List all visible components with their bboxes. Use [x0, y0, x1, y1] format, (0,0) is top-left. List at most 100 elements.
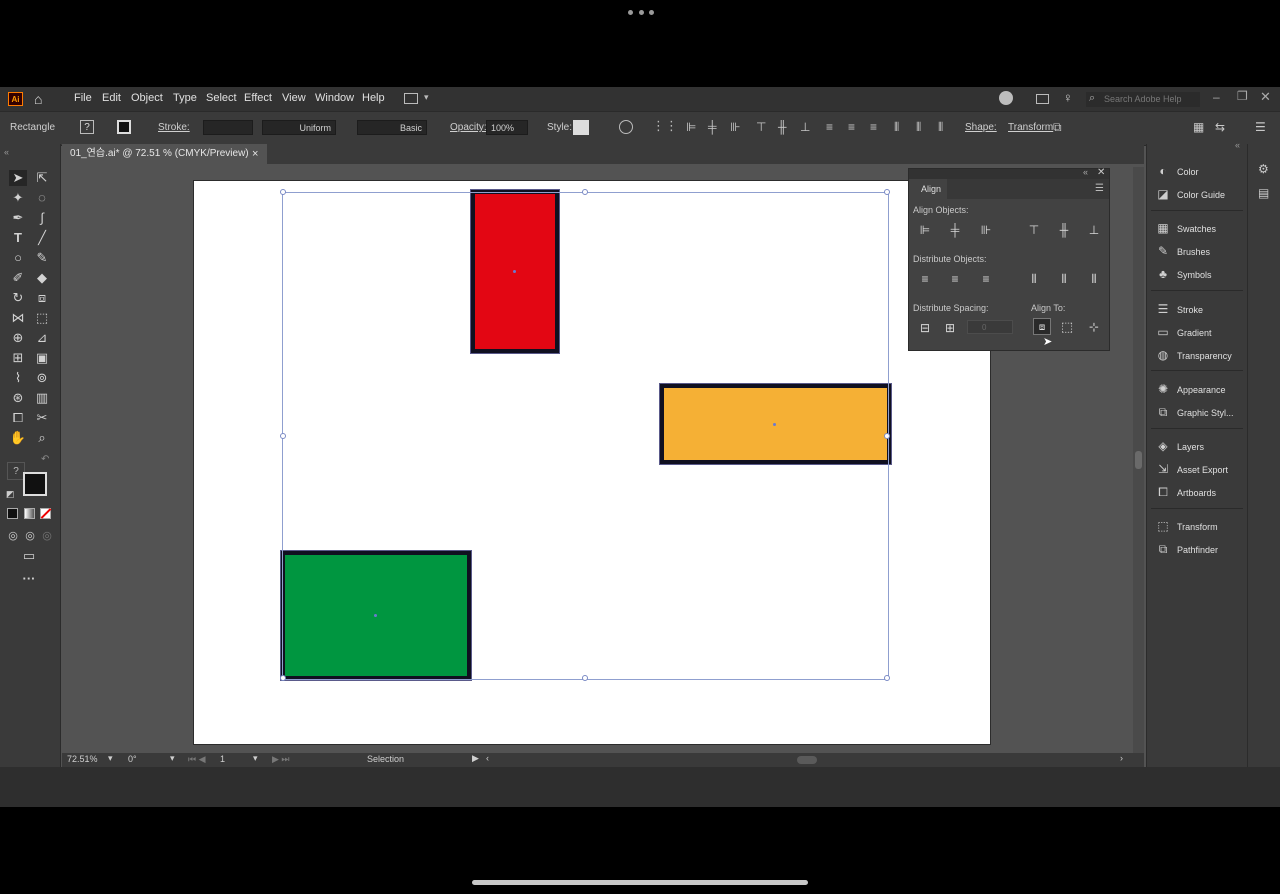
- chevron-down-icon[interactable]: ▾: [424, 92, 429, 103]
- shape-label[interactable]: Shape:: [965, 122, 997, 133]
- stroke-color-indicator[interactable]: [23, 472, 47, 496]
- align-horizontal-center-icon[interactable]: ╪: [708, 121, 717, 133]
- align-to-artboard-icon[interactable]: ⊹: [1087, 321, 1101, 333]
- opacity-label[interactable]: Opacity:: [450, 122, 487, 133]
- dock-color-guide[interactable]: ◪ Color Guide: [1155, 185, 1247, 203]
- chevron-down-icon[interactable]: ▾: [253, 753, 258, 764]
- last-artboard-icon[interactable]: ▶ ⏭: [272, 754, 290, 765]
- horizontal-align-right-icon[interactable]: ⊪: [979, 224, 993, 236]
- align-to-selection-icon[interactable]: ⬚: [1060, 320, 1074, 333]
- graphic-style-swatch[interactable]: [573, 120, 589, 135]
- dock-appearance[interactable]: ✺ Appearance: [1155, 380, 1247, 398]
- zoom-tool-icon[interactable]: ⌕: [33, 430, 51, 446]
- symbol-sprayer-tool-icon[interactable]: ⊛: [9, 390, 27, 406]
- tab-align[interactable]: Align: [909, 179, 947, 199]
- dock-graphic-styles[interactable]: ⧉ Graphic Styl...: [1155, 403, 1247, 421]
- swap-fill-stroke-icon[interactable]: ↶: [41, 454, 49, 465]
- distribute-bottom-icon[interactable]: ≡: [870, 121, 877, 133]
- draw-inside-icon[interactable]: ◎: [38, 528, 56, 544]
- paintbrush-tool-icon[interactable]: ✎: [33, 250, 51, 266]
- distribute-center-icon[interactable]: ≡: [848, 121, 855, 133]
- dock-stroke[interactable]: ☰ Stroke: [1155, 300, 1247, 318]
- dock-color[interactable]: ◐ Color: [1155, 162, 1247, 180]
- align-vertical-center-icon[interactable]: ╫: [778, 121, 787, 133]
- artboard-number[interactable]: 1: [220, 754, 225, 764]
- default-colors-icon[interactable]: ◩: [6, 489, 15, 500]
- bbox-handle-left[interactable]: [280, 433, 286, 439]
- vertical-align-top-icon[interactable]: ⊤: [1027, 224, 1041, 236]
- vertical-align-center-icon[interactable]: ╫: [1057, 224, 1071, 236]
- panel-menu-icon[interactable]: ☰: [1095, 183, 1104, 194]
- minimize-icon[interactable]: –: [1213, 90, 1220, 104]
- line-tool-icon[interactable]: ╱: [33, 230, 51, 246]
- dock-pathfinder[interactable]: ⧉ Pathfinder: [1155, 540, 1247, 558]
- distribute-left-icon[interactable]: ⦀: [894, 121, 899, 133]
- align-to-selection-icon[interactable]: ⋮⋮: [652, 118, 678, 134]
- libraries-icon[interactable]: ▤: [1258, 186, 1269, 200]
- distribute-hcenter-icon[interactable]: ⦀: [916, 121, 921, 133]
- close-panel-icon[interactable]: ✕: [1097, 167, 1105, 178]
- dock-transparency[interactable]: ◍ Transparency: [1155, 346, 1247, 364]
- menu-object[interactable]: Object: [131, 92, 163, 104]
- arrange-documents-icon[interactable]: [1036, 94, 1049, 104]
- free-transform-tool-icon[interactable]: ⬚: [33, 310, 51, 326]
- collapse-panel-icon[interactable]: «: [1083, 167, 1088, 177]
- vertical-distribute-bottom-icon[interactable]: ≡: [979, 273, 993, 285]
- menu-help[interactable]: Help: [362, 92, 385, 104]
- selection-tool-icon[interactable]: ➤: [9, 170, 27, 186]
- account-icon[interactable]: [999, 91, 1013, 105]
- edit-toolbar-icon[interactable]: ···: [20, 571, 38, 587]
- bbox-handle-top-right[interactable]: [884, 189, 890, 195]
- arrange-panels-icon[interactable]: ▦: [1193, 121, 1204, 133]
- none-mode-icon[interactable]: [40, 508, 52, 519]
- scroll-left-icon[interactable]: ‹: [486, 753, 489, 763]
- hand-tool-icon[interactable]: ✋: [9, 430, 27, 446]
- dock-artboards[interactable]: ⧠ Artboards: [1155, 483, 1247, 501]
- first-artboard-icon[interactable]: ⏮ ◀: [188, 754, 206, 765]
- menu-select[interactable]: Select: [206, 92, 237, 104]
- bbox-handle-bottom[interactable]: [582, 675, 588, 681]
- eyedropper-tool-icon[interactable]: ⌇: [9, 370, 27, 386]
- menu-effect[interactable]: Effect: [244, 92, 272, 104]
- dock-layers[interactable]: ◈ Layers: [1155, 437, 1247, 455]
- color-mode-icon[interactable]: [7, 508, 18, 519]
- bbox-handle-bottom-left[interactable]: [280, 675, 286, 681]
- scroll-right-icon[interactable]: ›: [1120, 753, 1123, 763]
- bbox-handle-right[interactable]: [884, 433, 890, 439]
- shape-builder-tool-icon[interactable]: ⊕: [9, 330, 27, 346]
- horizontal-align-center-icon[interactable]: ╪: [948, 224, 962, 236]
- menu-window[interactable]: Window: [315, 92, 354, 104]
- help-search-input[interactable]: Search Adobe Help: [1086, 92, 1200, 107]
- rotate-tool-icon[interactable]: ↻: [9, 290, 27, 306]
- spacing-value-input[interactable]: 0: [967, 320, 1013, 334]
- dock-brushes[interactable]: ✎ Brushes: [1155, 242, 1247, 260]
- variable-width-profile[interactable]: Uniform: [262, 120, 336, 135]
- recolor-artwork-icon[interactable]: [619, 120, 633, 134]
- bbox-handle-top[interactable]: [582, 189, 588, 195]
- menu-view[interactable]: View: [282, 92, 306, 104]
- chevron-down-icon[interactable]: ▾: [108, 753, 113, 764]
- properties-icon[interactable]: ⚙: [1258, 162, 1269, 176]
- dock-asset-export[interactable]: ⇲ Asset Export: [1155, 460, 1247, 478]
- align-left-icon[interactable]: ⊫: [686, 121, 696, 133]
- align-right-icon[interactable]: ⊪: [730, 121, 740, 133]
- horizontal-distribute-center-icon[interactable]: ⦀: [1057, 273, 1071, 285]
- pen-tool-icon[interactable]: ✒: [9, 210, 27, 226]
- ellipse-tool-icon[interactable]: ○: [9, 250, 27, 266]
- dock-symbols[interactable]: ♣ Symbols: [1155, 265, 1247, 283]
- menu-edit[interactable]: Edit: [102, 92, 121, 104]
- stroke-weight-input[interactable]: [203, 120, 253, 135]
- multitask-dots[interactable]: [628, 10, 654, 16]
- width-tool-icon[interactable]: ⋈: [9, 310, 27, 326]
- chevron-down-icon[interactable]: ▾: [170, 753, 175, 764]
- vertical-align-bottom-icon[interactable]: ⊥: [1087, 224, 1101, 236]
- direct-selection-tool-icon[interactable]: ⇱: [33, 170, 51, 186]
- status-menu-arrow-icon[interactable]: ▶: [472, 753, 479, 764]
- collapse-toolbar-icon[interactable]: «: [4, 147, 9, 157]
- align-to-key-object-icon[interactable]: ⧈: [1033, 318, 1051, 335]
- control-menu-icon[interactable]: ☰: [1255, 121, 1266, 133]
- vertical-scrollbar[interactable]: [1133, 167, 1144, 753]
- lasso-tool-icon[interactable]: ◌: [33, 190, 51, 206]
- type-tool-icon[interactable]: T: [9, 230, 27, 246]
- vertical-distribute-center-icon[interactable]: ≡: [948, 273, 962, 285]
